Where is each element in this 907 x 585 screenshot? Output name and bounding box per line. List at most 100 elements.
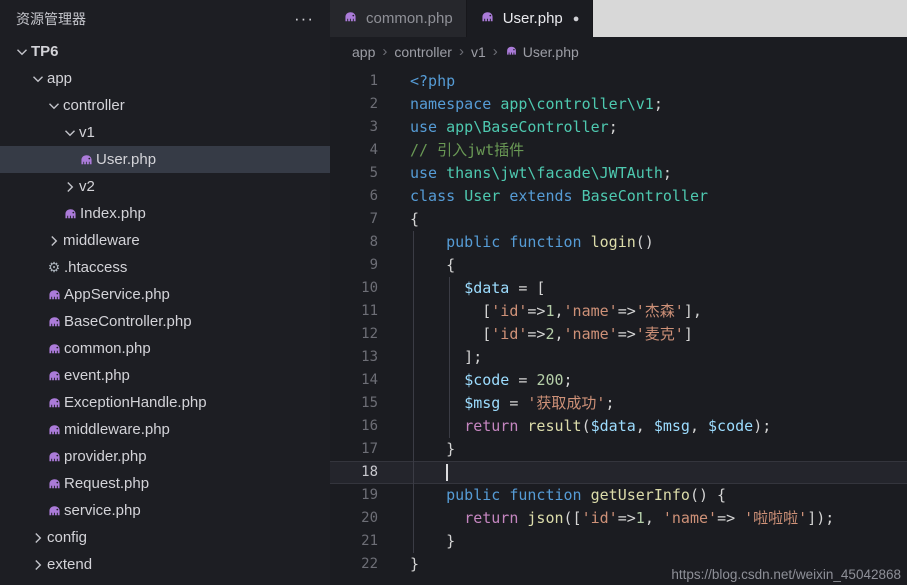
code-line-10[interactable]: 10 $data = [: [330, 277, 907, 300]
tab-User.php[interactable]: User.php ●: [466, 0, 594, 37]
line-number: 9: [369, 257, 378, 273]
line-number: 5: [369, 165, 378, 181]
code-line-7[interactable]: 7{: [330, 208, 907, 231]
code-line-13[interactable]: 13 ];: [330, 346, 907, 369]
code-line-15[interactable]: 15 $msg = '获取成功';: [330, 392, 907, 415]
tab-common.php[interactable]: common.php: [330, 0, 467, 37]
code-line-1[interactable]: 1 <?php: [330, 70, 907, 93]
tree-item-label: v1: [79, 124, 95, 141]
code-line-5[interactable]: 5 use thans\jwt\facade\JWTAuth;: [330, 162, 907, 185]
line-number: 20: [361, 510, 378, 526]
watermark-url: https://blog.csdn.net/weixin_45042868: [671, 567, 901, 582]
line-number: 3: [369, 119, 378, 135]
breadcrumb-item-app[interactable]: app: [352, 44, 375, 60]
tree-folder-TP6[interactable]: TP6: [0, 38, 330, 65]
code-line-4[interactable]: 4 // 引入jwt插件: [330, 139, 907, 162]
tree-item-label: .htaccess: [64, 259, 128, 276]
breadcrumb-separator-icon: ›: [458, 43, 464, 60]
chevron-down-icon[interactable]: [60, 125, 79, 141]
php-file-icon: [76, 152, 96, 167]
code-line-14[interactable]: 14 $code = 200;: [330, 369, 907, 392]
code-line-17[interactable]: 17 }: [330, 438, 907, 461]
tree-file-service.php[interactable]: service.php: [0, 497, 330, 524]
tree-folder-middleware[interactable]: middleware: [0, 227, 330, 254]
code-text: namespace app\controller\v1;: [410, 95, 663, 113]
tree-folder-controller[interactable]: controller: [0, 92, 330, 119]
php-file-icon: [44, 395, 64, 410]
tree-file-.htaccess[interactable]: ⚙ .htaccess: [0, 254, 330, 281]
tree-item-label: config: [47, 529, 88, 546]
tree-item-label: app: [47, 70, 73, 87]
chevron-down-icon[interactable]: [28, 71, 47, 87]
chevron-right-icon[interactable]: [44, 233, 63, 249]
line-number: 11: [361, 303, 378, 319]
tree-folder-app[interactable]: app: [0, 65, 330, 92]
code-text: $msg = '获取成功';: [464, 394, 615, 412]
chevron-right-icon[interactable]: [28, 530, 47, 546]
chevron-right-icon[interactable]: [60, 179, 79, 195]
code-text: ];: [410, 348, 483, 366]
tree-folder-v2[interactable]: v2: [0, 173, 330, 200]
tree-file-provider.php[interactable]: provider.php: [0, 443, 330, 470]
code-line-20[interactable]: 20 return json(['id'=>1, 'name'=> '啦啦啦']…: [330, 507, 907, 530]
breadcrumb-item-User.php[interactable]: User.php: [505, 44, 579, 60]
code-line-6[interactable]: 6 class User extends BaseController: [330, 185, 907, 208]
tree-file-Index.php[interactable]: Index.php: [0, 200, 330, 227]
vscode-window: 资源管理器 ··· TP6 app controller v1 User.php v2 In…: [0, 0, 907, 585]
chevron-down-icon[interactable]: [12, 44, 31, 60]
code-line-19[interactable]: 19 public function getUserInfo() {: [330, 484, 907, 507]
code-line-21[interactable]: 21 }: [330, 530, 907, 553]
tree-folder-config[interactable]: config: [0, 524, 330, 551]
php-file-icon: [44, 368, 64, 383]
tree-file-middleware.php[interactable]: middleware.php: [0, 416, 330, 443]
code-line-18[interactable]: 18: [330, 461, 907, 484]
tree-file-AppService.php[interactable]: AppService.php: [0, 281, 330, 308]
tree-item-label: service.php: [64, 502, 141, 519]
line-number: 14: [361, 372, 378, 388]
tree-item-label: middleware.php: [64, 421, 170, 438]
code-line-3[interactable]: 3 use app\BaseController;: [330, 116, 907, 139]
line-number: 8: [369, 234, 378, 250]
breadcrumb-item-controller[interactable]: controller: [394, 44, 452, 60]
breadcrumb-item-v1[interactable]: v1: [471, 44, 486, 60]
tree-item-label: event.php: [64, 367, 130, 384]
code-line-11[interactable]: 11 ['id'=>1,'name'=>'杰森'],: [330, 300, 907, 323]
tree-file-BaseController.php[interactable]: BaseController.php: [0, 308, 330, 335]
code-line-16[interactable]: 16 return result($data, $msg, $code);: [330, 415, 907, 438]
line-number: 7: [369, 211, 378, 227]
tab-label: User.php: [502, 10, 563, 27]
code-text: use app\BaseController;: [410, 118, 618, 136]
code-text: }: [410, 440, 456, 458]
tree-item-label: provider.php: [64, 448, 147, 465]
code-editor[interactable]: 1 <?php 2 namespace app\controller\v1; 3 use …: [330, 66, 907, 585]
code-line-12[interactable]: 12 ['id'=>2,'name'=>'麦克']: [330, 323, 907, 346]
tree-file-ExceptionHandle.php[interactable]: ExceptionHandle.php: [0, 389, 330, 416]
chevron-down-icon[interactable]: [44, 98, 63, 114]
line-number: 4: [369, 142, 378, 158]
bracket-guide-inner: [449, 277, 450, 438]
code-line-8[interactable]: 8 public function login(): [330, 231, 907, 254]
line-number: 16: [361, 418, 378, 434]
dirty-indicator-icon[interactable]: ●: [573, 13, 580, 25]
code-line-9[interactable]: 9 {: [330, 254, 907, 277]
breadcrumb-label: User.php: [522, 43, 579, 60]
code-line-2[interactable]: 2 namespace app\controller\v1;: [330, 93, 907, 116]
code-text: public function login(): [446, 233, 654, 251]
tree-file-common.php[interactable]: common.php: [0, 335, 330, 362]
tree-item-label: BaseController.php: [64, 313, 192, 330]
php-file-icon: [44, 422, 64, 437]
tree-file-User.php[interactable]: User.php: [0, 146, 330, 173]
php-file-icon: [44, 503, 64, 518]
tree-folder-extend[interactable]: extend: [0, 551, 330, 578]
explorer-sidebar: 资源管理器 ··· TP6 app controller v1 User.php v2 In…: [0, 0, 330, 585]
more-actions-icon[interactable]: ···: [294, 10, 314, 27]
tree-file-event.php[interactable]: event.php: [0, 362, 330, 389]
explorer-header: 资源管理器 ···: [0, 0, 330, 38]
tree-folder-v1[interactable]: v1: [0, 119, 330, 146]
tree-item-label: controller: [63, 97, 125, 114]
tree-item-label: ExceptionHandle.php: [64, 394, 207, 411]
php-file-icon: [44, 287, 64, 302]
chevron-right-icon[interactable]: [28, 557, 47, 573]
line-number: 12: [361, 326, 378, 342]
tree-file-Request.php[interactable]: Request.php: [0, 470, 330, 497]
